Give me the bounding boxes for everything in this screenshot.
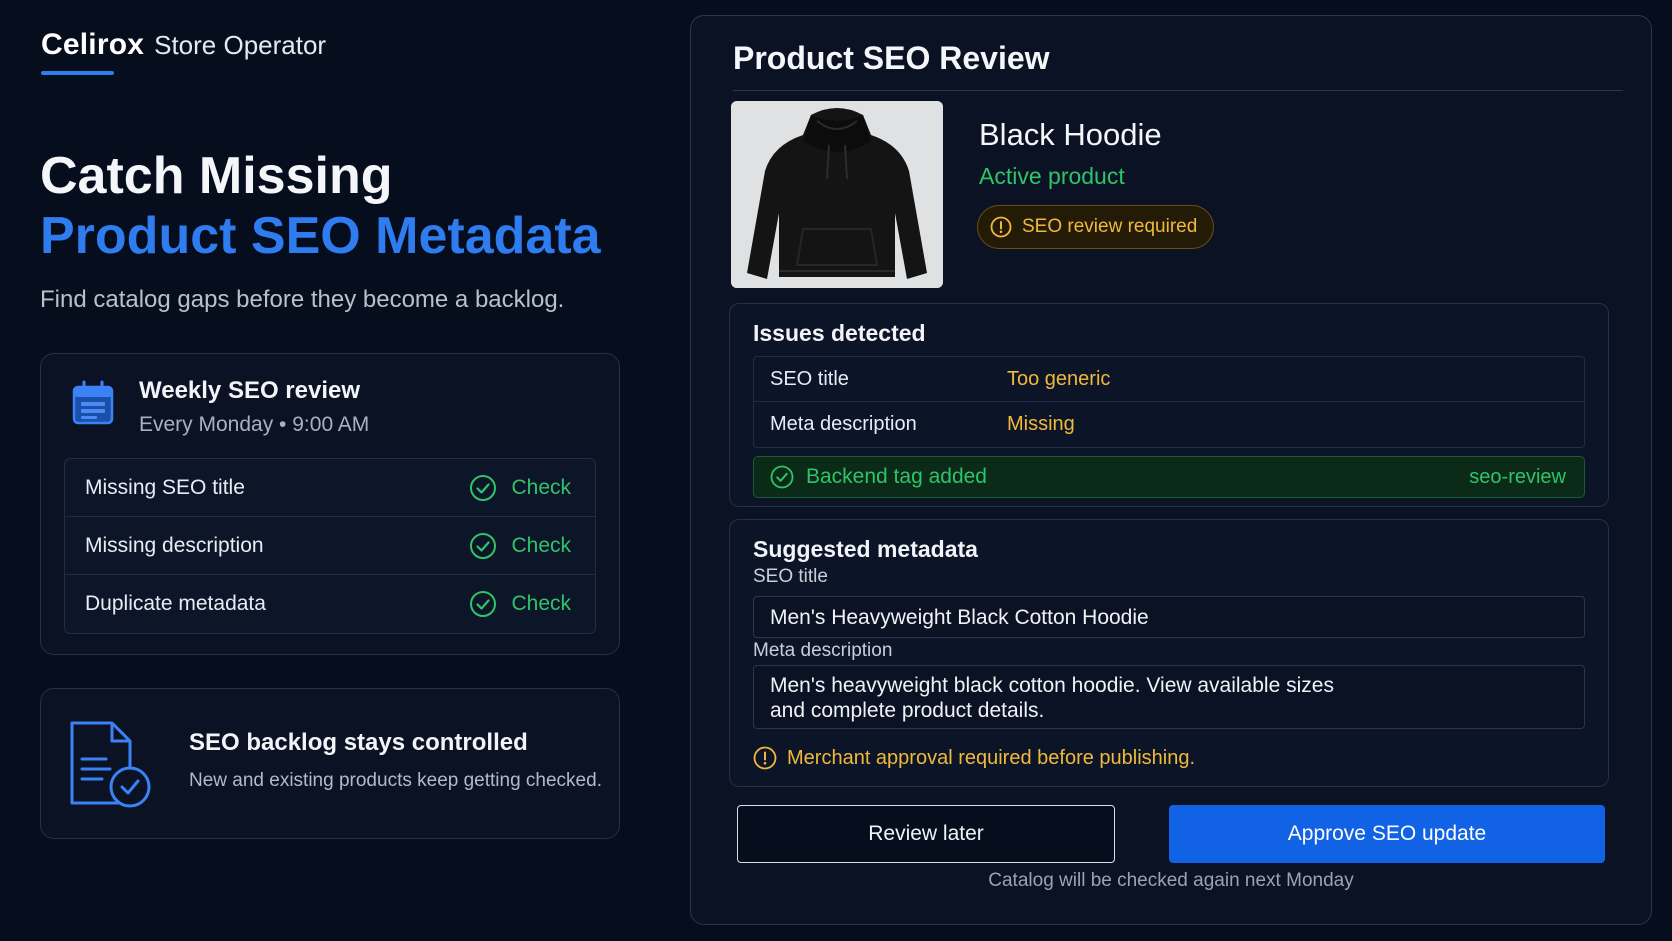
panel-divider xyxy=(733,90,1623,91)
backend-tag-bar: Backend tag added seo-review xyxy=(753,456,1585,498)
brand-subtitle: Store Operator xyxy=(154,30,327,60)
seo-title-label: SEO title xyxy=(753,566,828,587)
check-label: Missing description xyxy=(85,533,264,557)
check-circle-icon xyxy=(470,532,497,559)
brand: Celirox Store Operator xyxy=(41,28,326,75)
issue-row: SEO title Too generic xyxy=(754,357,1584,402)
hero-title-line1: Catch Missing xyxy=(40,147,393,205)
check-list: Missing SEO title Check Missing descript… xyxy=(64,458,596,634)
check-circle-icon xyxy=(470,591,497,617)
check-status: Check xyxy=(469,590,571,618)
info-circle-icon xyxy=(990,216,1012,238)
check-row-missing-seo-title: Missing SEO title Check xyxy=(65,459,595,517)
check-label: Missing SEO title xyxy=(85,475,245,499)
meta-description-line1: Men's heavyweight black cotton hoodie. V… xyxy=(770,674,1334,697)
check-circle-icon xyxy=(770,465,794,489)
product-seo-review-panel: Product SEO Review Black Hoodie Active p… xyxy=(690,15,1652,925)
issues-table: SEO title Too generic Meta description M… xyxy=(753,356,1585,448)
check-label: Duplicate metadata xyxy=(85,592,266,615)
backlog-title: SEO backlog stays controlled xyxy=(189,729,528,756)
panel-title: Product SEO Review xyxy=(733,40,1050,76)
check-circle-icon xyxy=(470,474,497,501)
hero-title-line2: Product SEO Metadata xyxy=(40,207,601,265)
issue-field: Meta description xyxy=(770,413,917,435)
review-later-button[interactable]: Review later xyxy=(737,805,1115,863)
hero-subtitle: Find catalog gaps before they become a b… xyxy=(40,286,565,313)
seo-title-field[interactable]: Men's Heavyweight Black Cotton Hoodie xyxy=(753,596,1585,638)
backlog-card: SEO backlog stays controlled New and exi… xyxy=(40,688,620,839)
check-row-duplicate-metadata: Duplicate metadata Check xyxy=(65,575,595,633)
check-status: Check xyxy=(469,532,571,560)
backlog-text: New and existing products keep getting c… xyxy=(189,770,602,791)
weekly-review-card: Weekly SEO review Every Monday • 9:00 AM… xyxy=(40,353,620,655)
seo-review-badge: SEO review required xyxy=(977,205,1215,249)
weekly-review-schedule: Every Monday • 9:00 AM xyxy=(139,413,370,436)
check-status: Check xyxy=(469,474,571,502)
check-row-missing-description: Missing description Check xyxy=(65,517,595,575)
approve-seo-update-button[interactable]: Approve SEO update xyxy=(1169,805,1605,863)
meta-description-line2: and complete product details. xyxy=(770,699,1045,722)
calendar-icon xyxy=(72,380,114,425)
approval-warning-text: Merchant approval required before publis… xyxy=(787,746,1196,769)
document-check-icon xyxy=(70,721,151,808)
recheck-footnote: Catalog will be checked again next Monda… xyxy=(988,870,1354,891)
check-status-text: Check xyxy=(511,533,571,557)
brand-name: Celirox xyxy=(41,28,145,61)
weekly-review-title: Weekly SEO review xyxy=(139,377,361,404)
check-status-text: Check xyxy=(511,475,571,499)
issue-row: Meta description Missing xyxy=(754,402,1584,447)
product-status: Active product xyxy=(979,163,1125,189)
issues-title: Issues detected xyxy=(753,320,926,346)
product-image xyxy=(731,101,943,288)
hero: Catch Missing Product SEO Metadata Find … xyxy=(40,146,601,314)
issue-value: Missing xyxy=(1007,413,1075,435)
meta-description-label: Meta description xyxy=(753,640,893,661)
backend-tag-value: seo-review xyxy=(1469,465,1566,488)
issue-field: SEO title xyxy=(770,367,849,390)
hoodie-image xyxy=(731,101,943,288)
brand-underline xyxy=(41,71,114,75)
suggested-title: Suggested metadata xyxy=(753,536,978,562)
product-name: Black Hoodie xyxy=(979,117,1162,152)
approval-warning: Merchant approval required before publis… xyxy=(753,746,1195,770)
issue-value: Too generic xyxy=(1007,367,1111,390)
info-circle-icon xyxy=(753,746,777,770)
issues-card: Issues detected SEO title Too generic Me… xyxy=(729,303,1609,507)
check-status-text: Check xyxy=(511,592,571,615)
badge-text: SEO review required xyxy=(1022,216,1198,237)
backend-tag-label: Backend tag added xyxy=(806,465,987,488)
meta-description-field[interactable]: Men's heavyweight black cotton hoodie. V… xyxy=(753,665,1585,729)
suggested-metadata-card: Suggested metadata SEO title Men's Heavy… xyxy=(729,519,1609,787)
